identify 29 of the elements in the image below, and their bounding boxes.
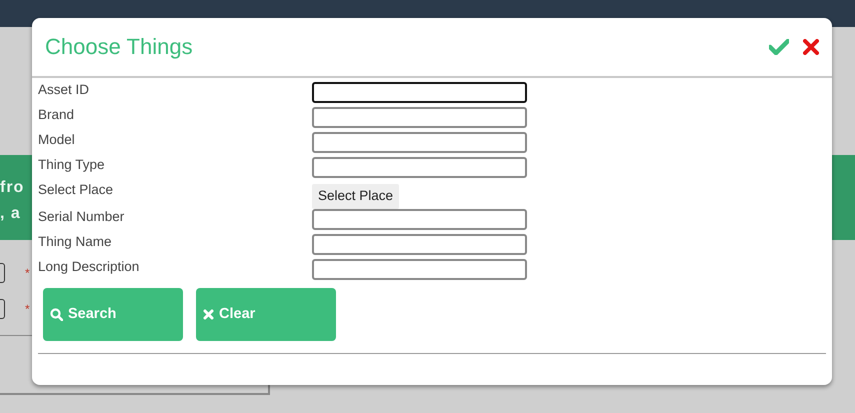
close-icon (203, 309, 214, 320)
input-field[interactable] (0, 263, 5, 283)
dialog-title: Choose Things (45, 34, 194, 60)
input-field[interactable] (312, 132, 527, 153)
field-label: Thing Name (38, 233, 113, 251)
input-field[interactable] (0, 299, 5, 319)
input-field[interactable] (312, 259, 527, 280)
input-field[interactable] (312, 209, 527, 230)
field-label: Serial Number (38, 208, 126, 226)
input-field[interactable] (312, 82, 527, 103)
field-label: Model (38, 131, 76, 149)
required-mark: * (25, 265, 30, 282)
input-field[interactable] (312, 157, 527, 178)
field-label: Brand (38, 106, 76, 124)
clear-button[interactable]: Clear (196, 288, 336, 341)
field-label: Long Description (38, 258, 140, 276)
input-field[interactable] (312, 234, 527, 255)
search-icon (50, 308, 63, 321)
field-label: Asset ID (38, 81, 90, 99)
input-field[interactable] (312, 107, 527, 128)
confirm-icon[interactable] (769, 39, 789, 55)
banner-text: , a (0, 204, 21, 224)
banner-text: fro (0, 178, 24, 198)
select-place-button[interactable]: Select Place (312, 184, 400, 209)
field-label: Select Place (38, 181, 114, 199)
search-button[interactable]: Search (43, 288, 183, 341)
required-mark: * (25, 301, 30, 318)
close-icon[interactable] (803, 39, 819, 55)
field-label: Thing Type (38, 156, 106, 174)
